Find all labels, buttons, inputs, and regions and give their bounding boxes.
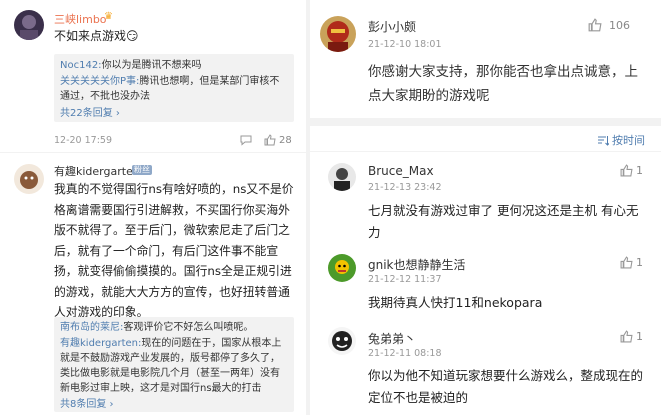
reply-author[interactable]: 关关关关关你P事: (60, 76, 139, 87)
thumbs-up-icon (620, 256, 633, 269)
like-count: 1 (636, 256, 643, 269)
comment-time: 12-20 17:59 (54, 135, 113, 146)
comment-username[interactable]: 兔弟弟丶 (368, 330, 416, 347)
thumbs-up-icon (264, 134, 276, 146)
user-avatar[interactable] (14, 164, 44, 194)
thumbs-up-icon (620, 164, 633, 177)
comment-text: 我真的不觉得国行ns有啥好喷的，ns又不是价格离谱需要国行引进解救，不买国行你买… (54, 182, 294, 319)
comment-time: 21-12-11 08:18 (368, 348, 442, 359)
right-comment-panel: 彭小小颇 21-12-10 18:01 106 你感谢大家支持，那你能否也拿出点… (310, 0, 661, 415)
reply-preview-box[interactable]: 南布岛的莱尼:客观评价它不好怎么叫喷呢。 有趣kidergarten:现在的问题… (54, 317, 294, 412)
comment-text: 不如来点游戏😏 (54, 29, 139, 43)
user-avatar[interactable] (328, 163, 356, 191)
user-avatar[interactable] (14, 10, 44, 40)
fan-badge: 粉丝 (132, 165, 152, 175)
divider (0, 152, 306, 153)
comment-time: 21-12-10 18:01 (368, 39, 442, 50)
like-count: 28 (279, 134, 292, 146)
comment-time: 21-12-12 11:37 (368, 274, 442, 285)
comment-username[interactable]: gnik也想静静生活 (368, 256, 466, 273)
user-avatar[interactable] (328, 327, 356, 355)
like-count: 106 (609, 18, 630, 32)
reply-text: 你以为是腾讯不想来吗 (101, 60, 202, 71)
vip-crown-icon: ♛ (104, 11, 113, 22)
comment-text: 你感谢大家支持，那你能否也拿出点诚意，上点大家期盼的游戏呢 (368, 64, 638, 104)
reply-author[interactable]: 有趣kidergarten: (60, 338, 141, 349)
like-button[interactable]: 1 (620, 330, 643, 343)
reply-author[interactable]: 南布岛的莱尼: (60, 322, 123, 333)
divider (310, 118, 661, 126)
comment-icon (240, 135, 252, 146)
comment-text: 七月就没有游戏过审了 更何况这还是主机 有心无力 (368, 203, 639, 240)
comment-time: 21-12-13 23:42 (368, 182, 442, 193)
comment-username[interactable]: 有趣kidergarten (54, 163, 140, 179)
comment-username[interactable]: 三峡limbo (54, 11, 107, 27)
sort-icon (598, 135, 609, 146)
like-button[interactable]: 1 (620, 164, 643, 177)
comment-text: 我期待真人快打11和nekopara (368, 295, 543, 310)
more-replies-link[interactable]: 共22条回复 › (60, 106, 288, 122)
like-count: 1 (636, 330, 643, 343)
comment-text: 你以为他不知道玩家想要什么游戏么，整成现在的定位不也是被迫的 (368, 368, 644, 405)
sort-label: 按时间 (612, 134, 645, 147)
like-count: 1 (636, 164, 643, 177)
sort-by-time-button[interactable]: 按时间 (597, 132, 645, 148)
reply-line: 有趣kidergarten:现在的问题在于，国家从根本上就是不鼓励游戏产业发展的… (60, 336, 288, 396)
reply-line: 关关关关关你P事:腾讯也想啊，但是某部门审核不通过，不批也没办法 (60, 74, 288, 104)
like-button[interactable]: 1 (620, 256, 643, 269)
user-avatar[interactable] (328, 254, 356, 282)
thumbs-up-icon (620, 330, 633, 343)
like-button[interactable]: 28 (264, 134, 292, 146)
reply-line: 南布岛的莱尼:客观评价它不好怎么叫喷呢。 (60, 320, 288, 335)
left-comment-panel: 三峡limbo ♛ 不如来点游戏😏 Noc142:你以为是腾讯不想来吗 关关关关… (0, 0, 306, 415)
reply-preview-box[interactable]: Noc142:你以为是腾讯不想来吗 关关关关关你P事:腾讯也想啊，但是某部门审核… (54, 54, 294, 122)
divider (310, 151, 661, 152)
more-replies-link[interactable]: 共8条回复 › (60, 397, 288, 413)
comment-username[interactable]: 彭小小颇 (368, 18, 416, 35)
reply-author[interactable]: Noc142: (60, 60, 102, 71)
comment-button[interactable] (240, 134, 252, 146)
thumbs-up-icon (588, 18, 602, 32)
comment-username[interactable]: Bruce_Max (368, 164, 434, 178)
user-avatar[interactable] (320, 16, 356, 52)
reply-text: 客观评价它不好怎么叫喷呢。 (123, 322, 254, 333)
reply-line: Noc142:你以为是腾讯不想来吗 (60, 58, 288, 73)
like-button[interactable]: 106 (588, 18, 630, 32)
